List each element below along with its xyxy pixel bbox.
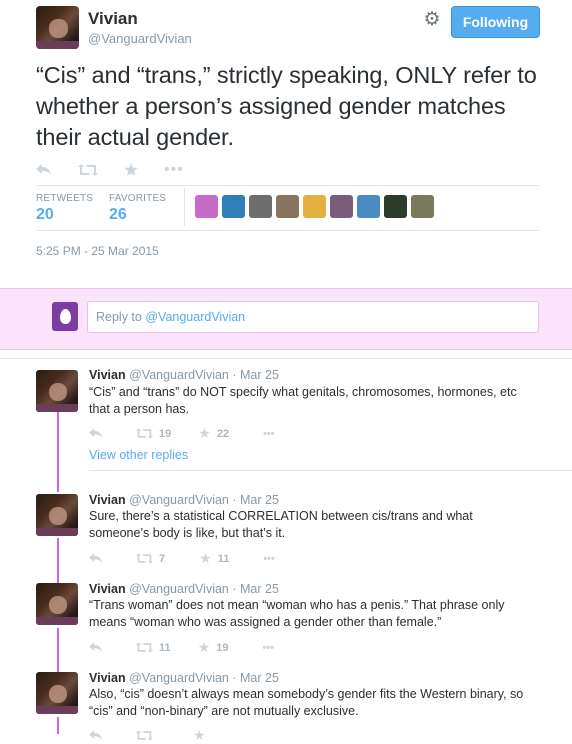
reply-input[interactable]: Reply to @VanguardVivian xyxy=(87,301,539,333)
author-avatar[interactable] xyxy=(36,6,79,49)
reply-text: Also, “cis” doesn’t always mean somebody… xyxy=(89,687,524,718)
favoriter-avatar[interactable] xyxy=(222,195,245,218)
reply-author-name[interactable]: Vivian xyxy=(89,582,126,596)
thread-line xyxy=(57,717,59,734)
more-icon[interactable]: ••• xyxy=(263,428,275,440)
reply-icon[interactable] xyxy=(36,164,52,176)
thread-line xyxy=(57,628,59,674)
favoriter-avatar[interactable] xyxy=(303,195,326,218)
reply-author-name[interactable]: Vivian xyxy=(89,671,126,685)
favorite-icon[interactable]: ★ xyxy=(199,550,212,567)
reply-author-name[interactable]: Vivian xyxy=(89,493,126,507)
favoriter-avatar[interactable] xyxy=(411,195,434,218)
reply-mention: @VanguardVivian xyxy=(145,310,246,324)
tweet-actions: ••• xyxy=(36,158,210,182)
reply-actions: 7 ★ 11 ••• xyxy=(89,550,275,567)
author-handle[interactable]: @VanguardVivian xyxy=(88,31,192,46)
reply-avatar[interactable] xyxy=(36,672,78,714)
retweet-icon[interactable] xyxy=(136,426,153,442)
reply-header: Vivian @VanguardVivian · Mar 25 xyxy=(89,671,279,685)
reply-meta[interactable]: @VanguardVivian · Mar 25 xyxy=(129,671,279,685)
retweet-count: 11 xyxy=(159,641,171,654)
favorite-count: 19 xyxy=(216,641,229,654)
reply-actions: ★ xyxy=(89,727,212,744)
more-icon[interactable]: ••• xyxy=(263,553,275,565)
divider xyxy=(36,230,540,231)
favoriter-avatar[interactable] xyxy=(195,195,218,218)
retweet-icon[interactable] xyxy=(136,551,153,567)
thread-line xyxy=(57,538,59,584)
favoriter-avatar[interactable] xyxy=(249,195,272,218)
current-user-avatar xyxy=(52,302,78,331)
reply-avatar[interactable] xyxy=(36,583,78,625)
retweets-label: RETWEETS xyxy=(36,193,94,204)
retweet-icon[interactable] xyxy=(136,640,153,656)
reply-text: “Trans woman” does not mean “woman who h… xyxy=(89,598,505,629)
favorite-icon[interactable] xyxy=(124,163,138,177)
favoriter-avatar[interactable] xyxy=(357,195,380,218)
divider xyxy=(36,185,540,186)
divider xyxy=(0,358,572,359)
tweet-text: “Cis” and “trans,” strictly speaking, ON… xyxy=(36,62,537,150)
favoriter-avatar[interactable] xyxy=(384,195,407,218)
stats-divider xyxy=(184,188,185,226)
thread-line xyxy=(57,412,59,492)
reply-avatar[interactable] xyxy=(36,370,78,412)
tweet-timestamp[interactable]: 5:25 PM - 25 Mar 2015 xyxy=(36,244,159,258)
reply-avatar[interactable] xyxy=(36,494,78,536)
favorite-icon[interactable]: ★ xyxy=(198,425,211,442)
favorite-icon[interactable]: ★ xyxy=(193,727,206,744)
reply-icon[interactable] xyxy=(89,551,103,567)
reply-actions: 11 ★ 19 ••• xyxy=(89,639,274,656)
reply-prefix: Reply to xyxy=(96,310,146,324)
following-button[interactable]: Following xyxy=(451,6,540,38)
reply-text: “Cis” and “trans” do NOT specify what ge… xyxy=(89,385,517,416)
reply-author-name[interactable]: Vivian xyxy=(89,368,126,382)
reply-icon[interactable] xyxy=(89,640,103,656)
favorites-label: FAVORITES xyxy=(109,193,167,204)
retweet-count: 19 xyxy=(159,427,172,440)
reply-icon[interactable] xyxy=(89,728,103,744)
reply-header: Vivian @VanguardVivian · Mar 25 xyxy=(89,368,279,382)
author-name[interactable]: Vivian xyxy=(88,9,138,29)
more-icon[interactable]: ••• xyxy=(262,642,274,654)
reply-header: Vivian @VanguardVivian · Mar 25 xyxy=(89,493,279,507)
retweet-icon[interactable] xyxy=(78,164,98,176)
favorite-icon[interactable]: ★ xyxy=(198,639,211,656)
favoriter-avatar[interactable] xyxy=(276,195,299,218)
reply-header: Vivian @VanguardVivian · Mar 25 xyxy=(89,582,279,596)
view-other-replies-link[interactable]: View other replies xyxy=(89,448,188,462)
reply-text: Sure, there’s a statistical CORRELATION … xyxy=(89,509,473,540)
reply-meta[interactable]: @VanguardVivian · Mar 25 xyxy=(129,368,279,382)
retweets-count[interactable]: 20 xyxy=(36,206,54,224)
favorite-count: 22 xyxy=(216,427,230,440)
reply-actions: 19 ★ 22 ••• xyxy=(89,425,275,442)
divider xyxy=(89,470,572,471)
more-icon[interactable]: ••• xyxy=(164,161,184,179)
reply-meta[interactable]: @VanguardVivian · Mar 25 xyxy=(129,582,279,596)
reply-icon[interactable] xyxy=(89,426,103,442)
favoriter-avatar[interactable] xyxy=(330,195,353,218)
favoriters-list xyxy=(195,195,438,218)
retweet-icon[interactable] xyxy=(136,728,153,744)
favorites-count[interactable]: 26 xyxy=(109,206,127,224)
gear-icon[interactable]: ⚙ xyxy=(422,10,442,30)
reply-meta[interactable]: @VanguardVivian · Mar 25 xyxy=(129,493,279,507)
retweet-count: 7 xyxy=(159,552,166,565)
favorite-count: 11 xyxy=(217,552,230,565)
